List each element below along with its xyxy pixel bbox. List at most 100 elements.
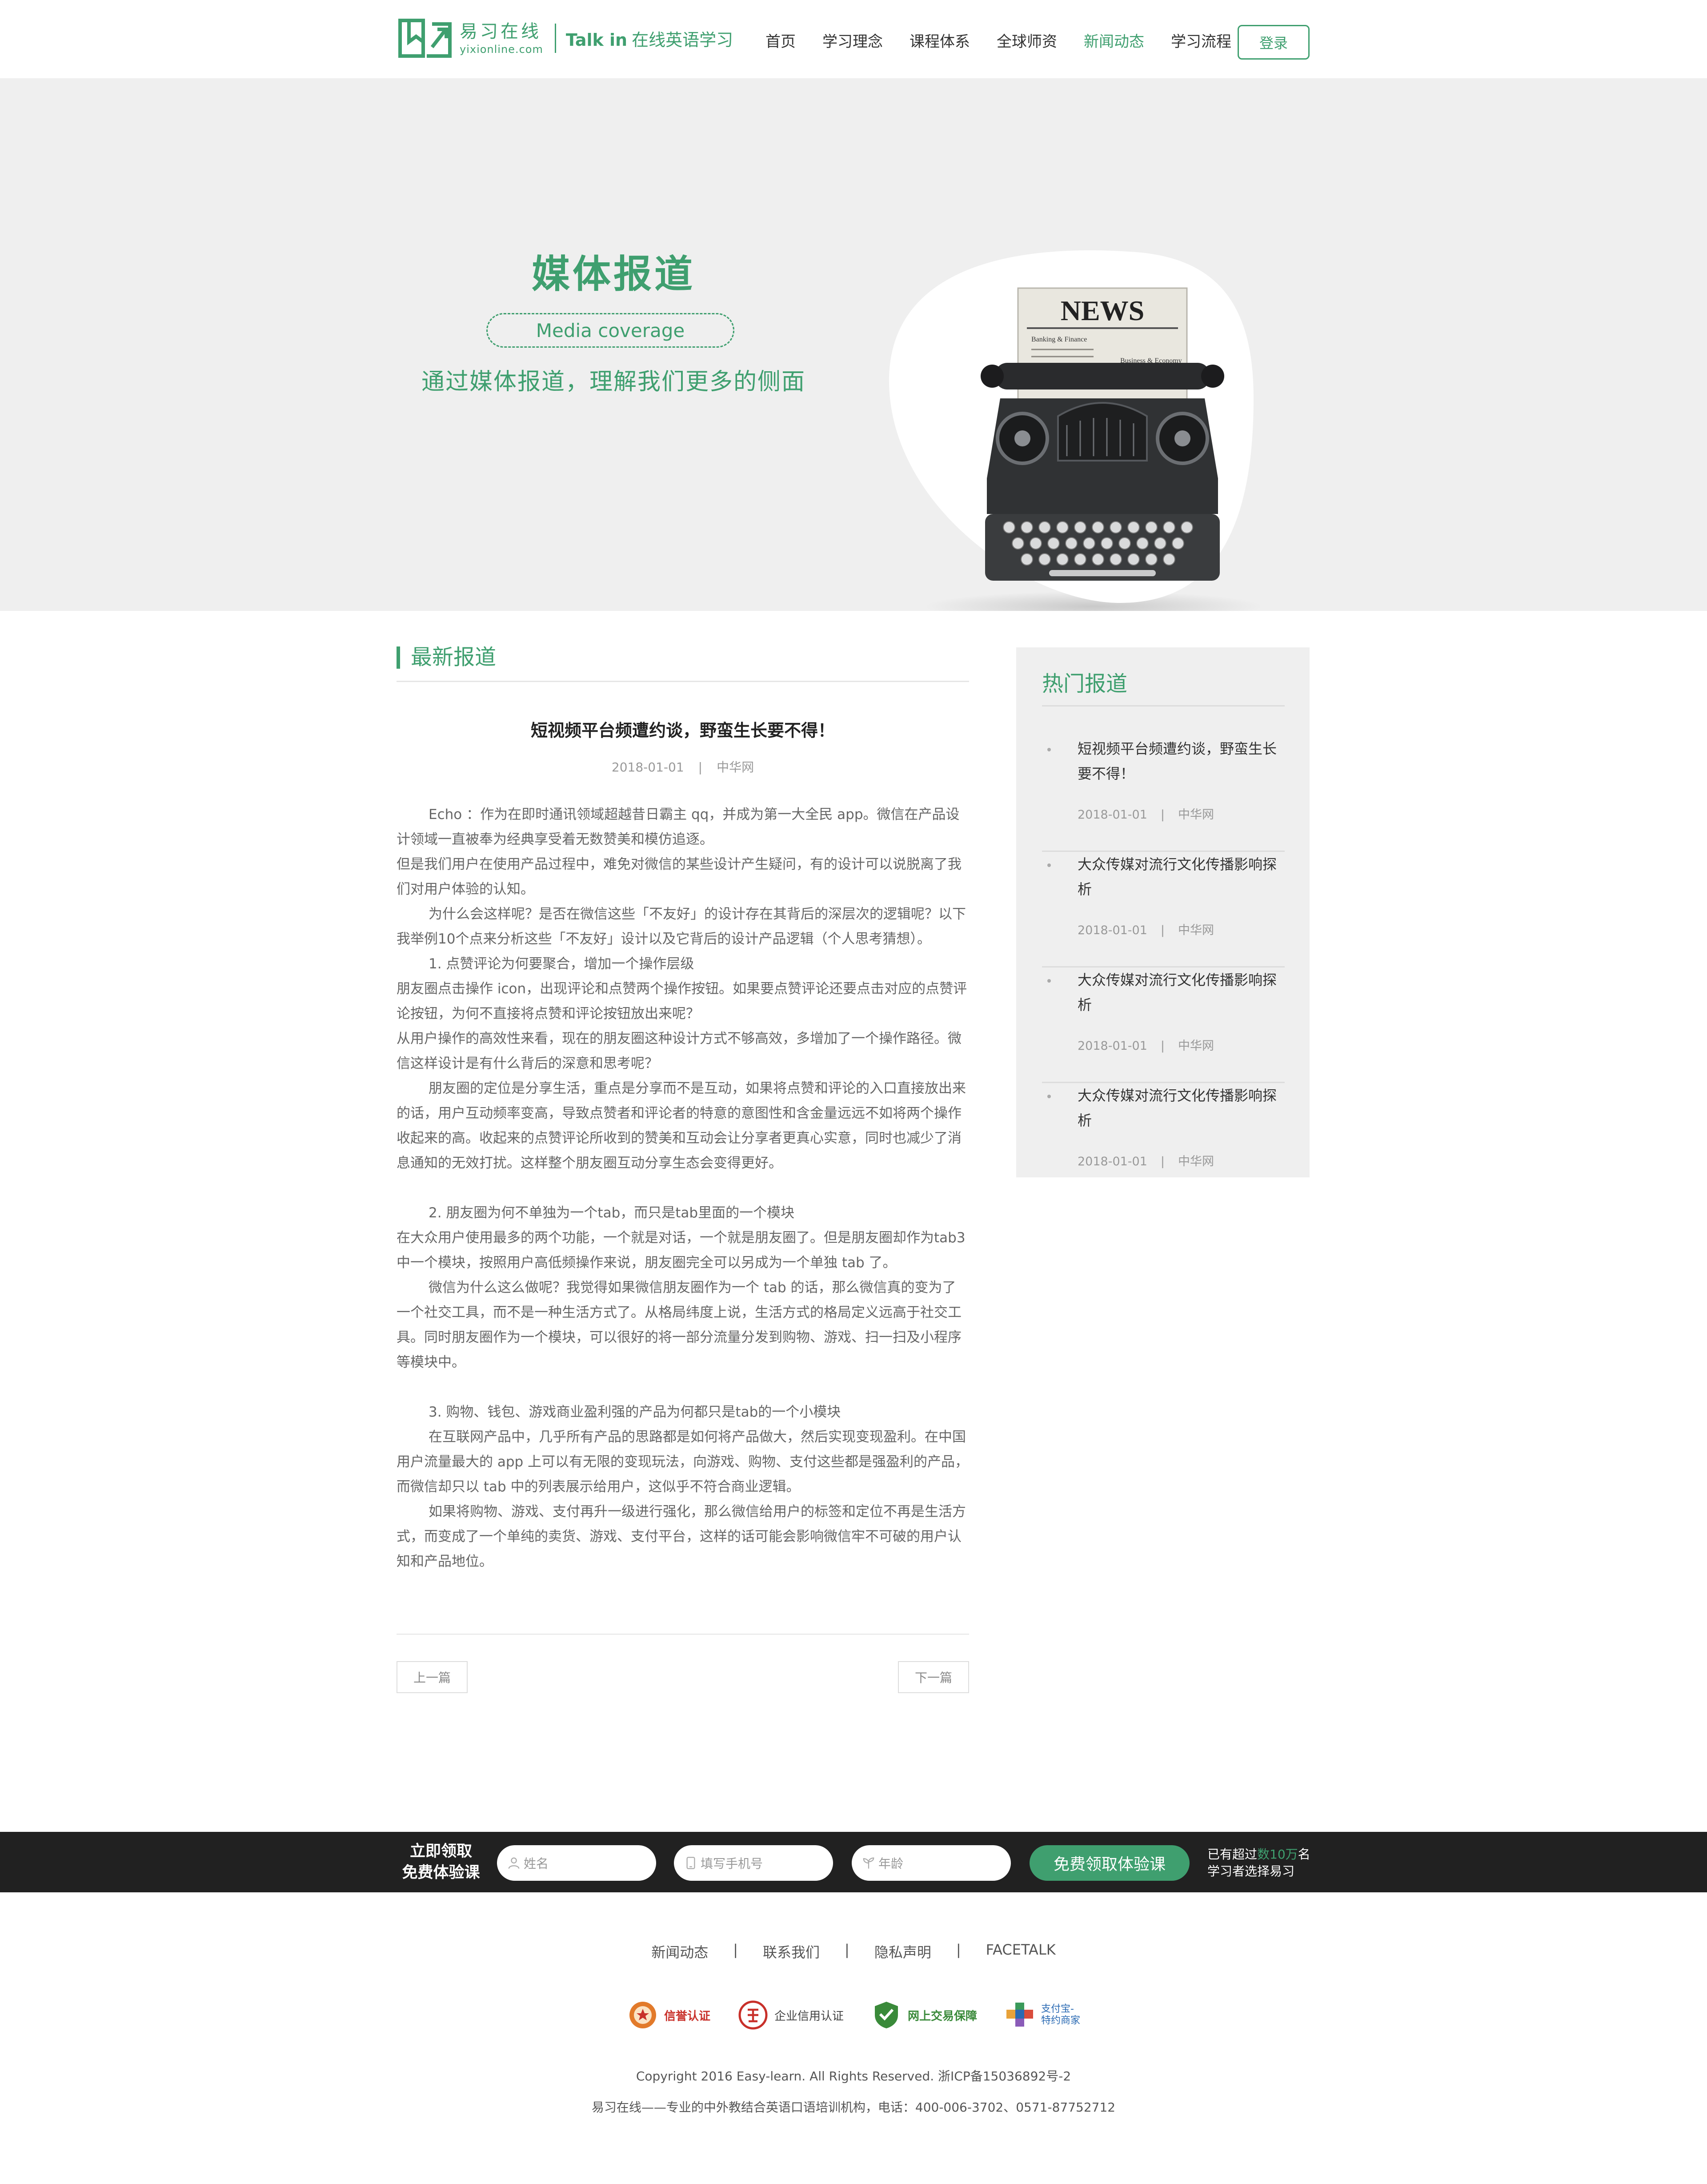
name-input[interactable]: 姓名 xyxy=(497,1845,656,1881)
hot-news-separator: | xyxy=(1160,808,1165,822)
phone-input[interactable]: 填写手机号 xyxy=(674,1845,833,1881)
article-paragraph: 3. 购物、钱包、游戏商业盈利强的产品为何都只是tab的一个小模块 xyxy=(429,1404,841,1420)
medal-icon xyxy=(629,2002,656,2028)
nav-news[interactable]: 新闻动态 xyxy=(1084,29,1144,51)
latest-heading-title: 最新报道 xyxy=(411,645,497,670)
trial-label-line1: 立即领取 xyxy=(409,1843,472,1860)
trust-badges: 信誉认证 企业信用认证 网上交易保障 支付宝- 特约商家 xyxy=(0,1999,1707,2031)
nav-teachers[interactable]: 全球师资 xyxy=(997,29,1057,51)
news-small-text-1: Banking & Finance xyxy=(1031,336,1087,343)
footer-link-contact[interactable]: 联系我们 xyxy=(763,1941,820,1962)
banner-subtitle-pill: Media coverage xyxy=(486,313,734,348)
footer-links: 新闻动态 | 联系我们 | 隐私声明 | FACETALK xyxy=(0,1941,1707,1962)
news-headline-text: NEWS xyxy=(1061,295,1145,326)
contact-text: 易习在线——专业的中外教结合英语口语培训机构，电话：400-006-3702、0… xyxy=(591,2100,1116,2115)
nav-home[interactable]: 首页 xyxy=(765,29,796,51)
hot-news-title[interactable]: 短视频平台频遭约谈，野蛮生长要不得！ xyxy=(1078,736,1278,786)
brand-slogan: Talk in 在线英语学习 xyxy=(566,26,733,51)
trial-note-pre: 已有超过 xyxy=(1207,1847,1258,1862)
footer-link-separator: | xyxy=(845,1941,849,1958)
latest-heading: 最新报道 xyxy=(397,643,969,682)
article-paragraph: 在互联网产品中，几乎所有产品的思路都是如何将产品做大，然后实现变现盈利。在中国用… xyxy=(397,1429,969,1495)
brand-name: 易习在线 xyxy=(460,21,541,42)
brand-divider xyxy=(554,24,556,53)
footer-link-privacy[interactable]: 隐私声明 xyxy=(874,1941,931,1962)
article-paragraph: 2. 朋友圈为何不单独为一个tab，而只是tab里面的一个模块 xyxy=(429,1205,795,1221)
claim-free-trial-button[interactable]: 免费领取体验课 xyxy=(1030,1845,1190,1881)
hot-news-item[interactable]: 大众传媒对流行文化传播影响探析 2018-01-01 | 中华网 xyxy=(1042,852,1285,968)
age-input[interactable]: 年龄 xyxy=(852,1845,1011,1881)
slogan-bold: Talk in xyxy=(565,30,628,50)
puzzle-icon xyxy=(1006,2003,1034,2027)
footer-link-news[interactable]: 新闻动态 xyxy=(651,1941,708,1962)
credit-rating-badge[interactable]: 信誉认证 xyxy=(627,1999,710,2031)
hot-news-date: 2018-01-01 xyxy=(1078,1039,1147,1053)
bullet-icon xyxy=(1047,979,1051,983)
sprout-icon xyxy=(863,1857,874,1869)
article-paragraph: 朋友圈的定位是分享生活，重点是分享而不是互动，如果将点赞和评论的入口直接放出来的… xyxy=(397,1080,966,1171)
hot-news-title[interactable]: 大众传媒对流行文化传播影响探析 xyxy=(1078,852,1278,902)
platen-roller xyxy=(995,363,1210,389)
login-button[interactable]: 登录 xyxy=(1238,25,1310,60)
hot-news-item[interactable]: 大众传媒对流行文化传播影响探析 2018-01-01 | 中华网 xyxy=(1042,1083,1285,1199)
article-paragraph: 朋友圈点击操作 icon，出现评论和点赞两个操作按钮。如果要点赞评论还要点击对应… xyxy=(397,981,967,1022)
enterprise-credit-text: 企业信用认证 xyxy=(774,2009,844,2023)
credit-rating-text: 信誉认证 xyxy=(664,2009,710,2023)
brand-logo[interactable]: 易习在线 yixionline.com Talk in 在线英语学习 xyxy=(397,15,733,61)
free-trial-bar: 立即领取 免费体验课 姓名 填写手机号 年龄 免费领取体验课 已有超过数10万名… xyxy=(0,1832,1707,1892)
hot-news-source: 中华网 xyxy=(1178,1155,1214,1168)
alipay-merchant-text: 支付宝- 特约商家 xyxy=(1041,2003,1080,2027)
pager-divider xyxy=(397,1634,969,1635)
article-body: Echo ：作为在即时通讯领域超越昔日霸主 qq，并成为第一大全民 app。微信… xyxy=(397,802,969,1574)
article-paragraph: Echo ：作为在即时通讯领域超越昔日霸主 qq，并成为第一大全民 app。微信… xyxy=(397,807,960,847)
online-trade-badge[interactable]: 网上交易保障 xyxy=(870,1999,977,2031)
article-paragraph: 但是我们用户在使用产品过程中，难免对微信的某些设计产生疑问，有的设计可以说脱离了… xyxy=(397,856,962,897)
hot-heading: 热门报道 xyxy=(1042,671,1128,696)
enterprise-credit-badge[interactable]: 企业信用认证 xyxy=(737,1999,844,2031)
trial-label: 立即领取 免费体验课 xyxy=(397,1841,485,1883)
slogan-rest: 在线英语学习 xyxy=(632,30,733,50)
footer-link-facetalk[interactable]: FACETALK xyxy=(986,1941,1056,1962)
main-nav: 首页 学习理念 课程体系 全球师资 新闻动态 学习流程 xyxy=(765,27,1258,53)
article-paragraph: 在大众用户使用最多的两个功能，一个就是对话，一个就是朋友圈了。但是朋友圈却作为t… xyxy=(397,1230,966,1271)
bullet-icon xyxy=(1047,863,1051,867)
hot-news-meta: 2018-01-01 | 中华网 xyxy=(1078,805,1214,822)
article-paragraph: 1. 点赞评论为何要聚合，增加一个操作层级 xyxy=(429,956,694,972)
hot-news-source: 中华网 xyxy=(1178,808,1214,822)
phone-icon xyxy=(686,1857,695,1869)
next-article-button[interactable]: 下一篇 xyxy=(898,1661,969,1693)
alipay-line2: 特约商家 xyxy=(1041,2015,1081,2026)
credit-icon xyxy=(738,2000,768,2030)
online-trade-text: 网上交易保障 xyxy=(908,2009,978,2023)
space-bar xyxy=(1049,570,1156,576)
copyright-text: Copyright 2016 Easy-learn. All Rights Re… xyxy=(636,2069,1071,2084)
hot-heading-divider xyxy=(1042,705,1285,707)
previous-article-button[interactable]: 上一篇 xyxy=(397,1661,468,1693)
trial-note-highlight: 数10万 xyxy=(1257,1847,1298,1862)
alipay-line1: 支付宝- xyxy=(1041,2003,1074,2015)
book-logo-icon xyxy=(398,19,452,58)
typewriter-news-illustration: NEWS Banking & Finance Business & Econom… xyxy=(889,250,1262,611)
nav-courses[interactable]: 课程体系 xyxy=(910,29,970,51)
hot-news-date: 2018-01-01 xyxy=(1078,923,1147,937)
hot-news-date: 2018-01-01 xyxy=(1078,808,1147,822)
user-icon xyxy=(508,1857,520,1869)
brand-domain: yixionline.com xyxy=(460,43,543,56)
hot-news-sidebar: 热门报道 短视频平台频遭约谈，野蛮生长要不得！ 2018-01-01 | 中华网 大… xyxy=(1016,647,1310,1177)
nav-learning-philosophy[interactable]: 学习理念 xyxy=(822,29,883,51)
article-paragraph: 为什么会这样呢？是否在微信这些「不友好」的设计存在其背后的深层次的逻辑呢？以下我… xyxy=(397,906,966,947)
article-meta: 2018-01-01 | 中华网 xyxy=(397,758,969,775)
hot-news-item[interactable]: 短视频平台频遭约谈，野蛮生长要不得！ 2018-01-01 | 中华网 xyxy=(1042,736,1285,852)
hot-news-meta: 2018-01-01 | 中华网 xyxy=(1078,1036,1214,1053)
hot-news-item[interactable]: 大众传媒对流行文化传播影响探析 2018-01-01 | 中华网 xyxy=(1042,968,1285,1083)
alipay-merchant-badge[interactable]: 支付宝- 特约商家 xyxy=(1004,1999,1080,2031)
nav-learning-process[interactable]: 学习流程 xyxy=(1171,29,1231,51)
hot-news-title[interactable]: 大众传媒对流行文化传播影响探析 xyxy=(1078,1083,1278,1133)
article-paragraph: 微信为什么这么做呢？我觉得如果微信朋友圈作为一个 tab 的话，那么微信真的变为… xyxy=(397,1280,962,1370)
footer-link-separator: | xyxy=(956,1941,961,1958)
hot-news-source: 中华网 xyxy=(1178,1039,1214,1053)
hot-news-title[interactable]: 大众传媒对流行文化传播影响探析 xyxy=(1078,968,1278,1017)
trial-label-line2: 免费体验课 xyxy=(402,1864,480,1882)
hot-news-source: 中华网 xyxy=(1178,923,1214,937)
article-source: 中华网 xyxy=(717,760,754,775)
